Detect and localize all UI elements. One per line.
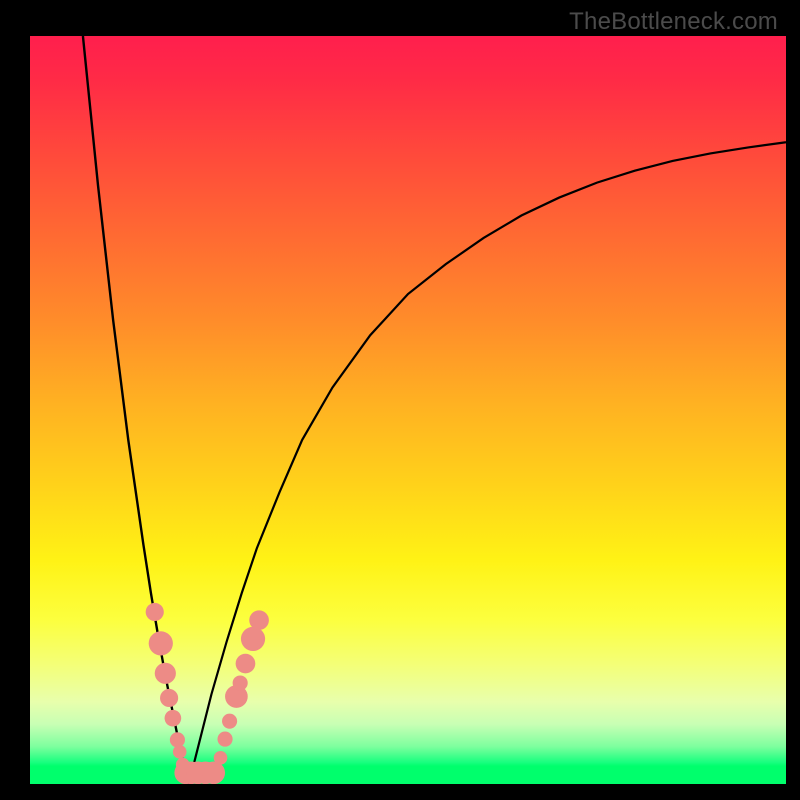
data-point-marker	[173, 745, 187, 759]
data-point-marker	[155, 663, 176, 684]
chart-area	[30, 36, 786, 784]
watermark-text: TheBottleneck.com	[569, 8, 778, 36]
data-point-marker	[214, 751, 228, 765]
curves-svg	[30, 36, 786, 784]
data-point-marker	[217, 732, 232, 747]
data-point-marker	[222, 714, 237, 729]
right-branch-curve	[189, 142, 786, 784]
data-point-marker	[241, 627, 265, 651]
data-point-marker	[249, 610, 269, 630]
data-point-marker	[236, 654, 256, 674]
data-point-marker	[170, 732, 185, 747]
data-point-marker	[233, 675, 248, 690]
data-point-marker	[146, 603, 164, 621]
marker-group	[146, 603, 269, 784]
data-point-marker	[160, 689, 178, 707]
data-point-marker	[165, 710, 182, 727]
data-point-marker	[202, 761, 225, 784]
data-point-marker	[149, 631, 173, 655]
